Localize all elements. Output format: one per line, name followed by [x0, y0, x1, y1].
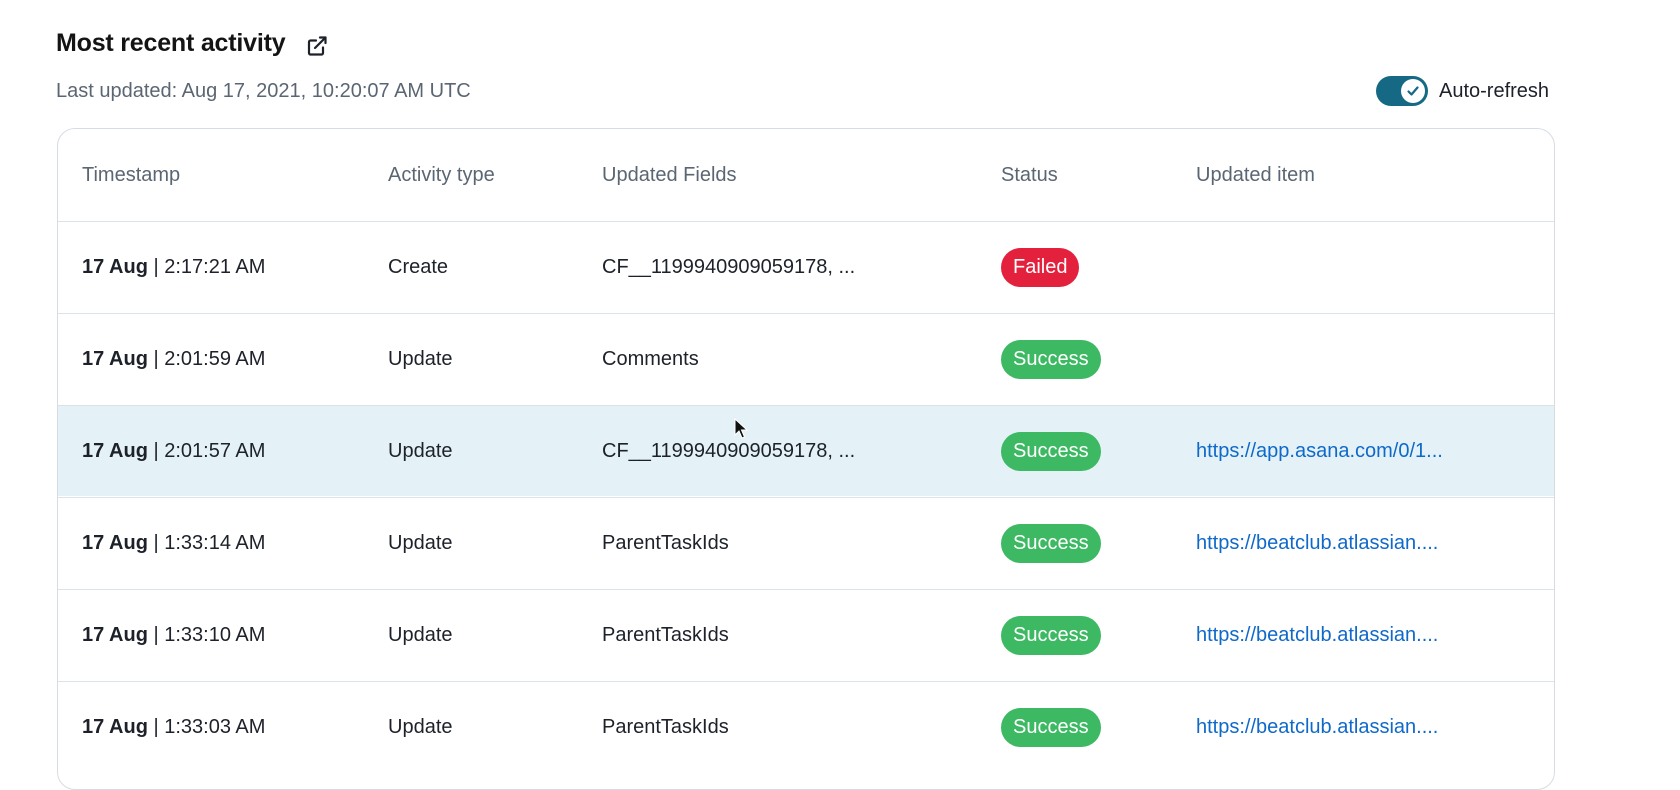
- timestamp-cell: 17 Aug | 1:33:03 AM: [82, 682, 265, 772]
- timestamp-date: 17 Aug: [82, 347, 148, 370]
- timestamp-cell: 17 Aug | 2:17:21 AM: [82, 222, 265, 312]
- status-badge: Failed: [1001, 247, 1080, 287]
- status-badge: Success: [1001, 523, 1101, 563]
- column-header-activity-type[interactable]: Activity type: [388, 164, 495, 187]
- page-title: Most recent activity: [56, 28, 286, 57]
- timestamp-time: | 2:01:57 AM: [147, 439, 266, 462]
- updated-fields-cell: ParentTaskIds: [602, 715, 729, 738]
- external-link-icon[interactable]: [305, 34, 329, 58]
- activity-header: Most recent activity: [56, 26, 329, 60]
- activity-type-cell: Update: [388, 623, 453, 646]
- column-header-updated-fields[interactable]: Updated Fields: [602, 164, 737, 187]
- column-header-updated-item[interactable]: Updated item: [1196, 164, 1315, 187]
- updated-item-cell: https://beatclub.atlassian....: [1196, 498, 1438, 588]
- toggle-knob: [1401, 79, 1425, 103]
- activity-type-cell: Create: [388, 255, 449, 278]
- timestamp-date: 17 Aug: [82, 531, 148, 554]
- activity-type-cell: Update: [388, 347, 453, 370]
- activity-type-cell: Update: [388, 439, 453, 462]
- auto-refresh-label: Auto-refresh: [1439, 79, 1550, 102]
- updated-item-cell: https://beatclub.atlassian....: [1196, 682, 1438, 772]
- auto-refresh-toggle[interactable]: [1376, 76, 1428, 106]
- timestamp-time: | 2:01:59 AM: [147, 347, 266, 370]
- updated-fields-cell: CF__1199940909059178, ...: [602, 439, 856, 462]
- timestamp-time: | 1:33:03 AM: [147, 715, 266, 738]
- updated-item-link[interactable]: https://beatclub.atlassian....: [1196, 624, 1438, 647]
- updated-item-link[interactable]: https://beatclub.atlassian....: [1196, 716, 1438, 739]
- status-cell: Success: [1001, 590, 1101, 680]
- updated-item-cell: https://beatclub.atlassian....: [1196, 590, 1438, 680]
- timestamp-time: | 2:17:21 AM: [147, 255, 266, 278]
- updated-fields-cell: CF__1199940909059178, ...: [602, 255, 856, 278]
- timestamp-cell: 17 Aug | 1:33:14 AM: [82, 498, 265, 588]
- status-badge: Success: [1001, 431, 1101, 471]
- timestamp-time: | 1:33:14 AM: [147, 531, 266, 554]
- updated-item-cell: https://app.asana.com/0/1...: [1196, 406, 1443, 496]
- updated-item-link[interactable]: https://app.asana.com/0/1...: [1196, 440, 1443, 463]
- table-row[interactable]: 17 Aug | 1:33:10 AM Update ParentTaskIds Su…: [58, 589, 1554, 680]
- column-header-timestamp[interactable]: Timestamp: [82, 164, 180, 187]
- activity-table: Timestamp Activity type Updated Fields S…: [57, 128, 1555, 790]
- table-row[interactable]: 17 Aug | 1:33:14 AM Update ParentTaskIds Su…: [58, 497, 1554, 588]
- status-badge: Success: [1001, 339, 1101, 379]
- last-updated-text: Last updated: Aug 17, 2021, 10:20:07 AM …: [56, 80, 471, 102]
- timestamp-date: 17 Aug: [82, 715, 148, 738]
- status-cell: Success: [1001, 682, 1101, 772]
- updated-fields-cell: ParentTaskIds: [602, 531, 729, 554]
- status-badge: Success: [1001, 707, 1101, 747]
- column-header-status[interactable]: Status: [1001, 164, 1058, 187]
- timestamp-date: 17 Aug: [82, 623, 148, 646]
- table-row[interactable]: 17 Aug | 1:33:03 AM Update ParentTaskIds Su…: [58, 681, 1554, 772]
- updated-fields-cell: ParentTaskIds: [602, 623, 729, 646]
- timestamp-date: 17 Aug: [82, 255, 148, 278]
- timestamp-cell: 17 Aug | 1:33:10 AM: [82, 590, 265, 680]
- status-cell: Success: [1001, 498, 1101, 588]
- check-icon: [1407, 86, 1419, 96]
- status-cell: Success: [1001, 406, 1101, 496]
- timestamp-time: | 1:33:10 AM: [147, 623, 266, 646]
- table-row[interactable]: 17 Aug | 2:01:57 AM Update CF__11999409090…: [58, 405, 1554, 496]
- activity-type-cell: Update: [388, 715, 453, 738]
- activity-type-cell: Update: [388, 531, 453, 554]
- table-row[interactable]: 17 Aug | 2:01:59 AM Update Comments Success: [58, 313, 1554, 404]
- updated-fields-cell: Comments: [602, 347, 699, 370]
- status-cell: Failed: [1001, 222, 1080, 312]
- status-badge: Success: [1001, 615, 1101, 655]
- timestamp-date: 17 Aug: [82, 439, 148, 462]
- status-cell: Success: [1001, 314, 1101, 404]
- table-row[interactable]: 17 Aug | 2:17:21 AM Create CF__11999409090…: [58, 221, 1554, 312]
- updated-item-link[interactable]: https://beatclub.atlassian....: [1196, 532, 1438, 555]
- timestamp-cell: 17 Aug | 2:01:57 AM: [82, 406, 265, 496]
- auto-refresh-control: Auto-refresh: [1376, 76, 1549, 106]
- table-header: Timestamp Activity type Updated Fields S…: [58, 129, 1554, 221]
- timestamp-cell: 17 Aug | 2:01:59 AM: [82, 314, 265, 404]
